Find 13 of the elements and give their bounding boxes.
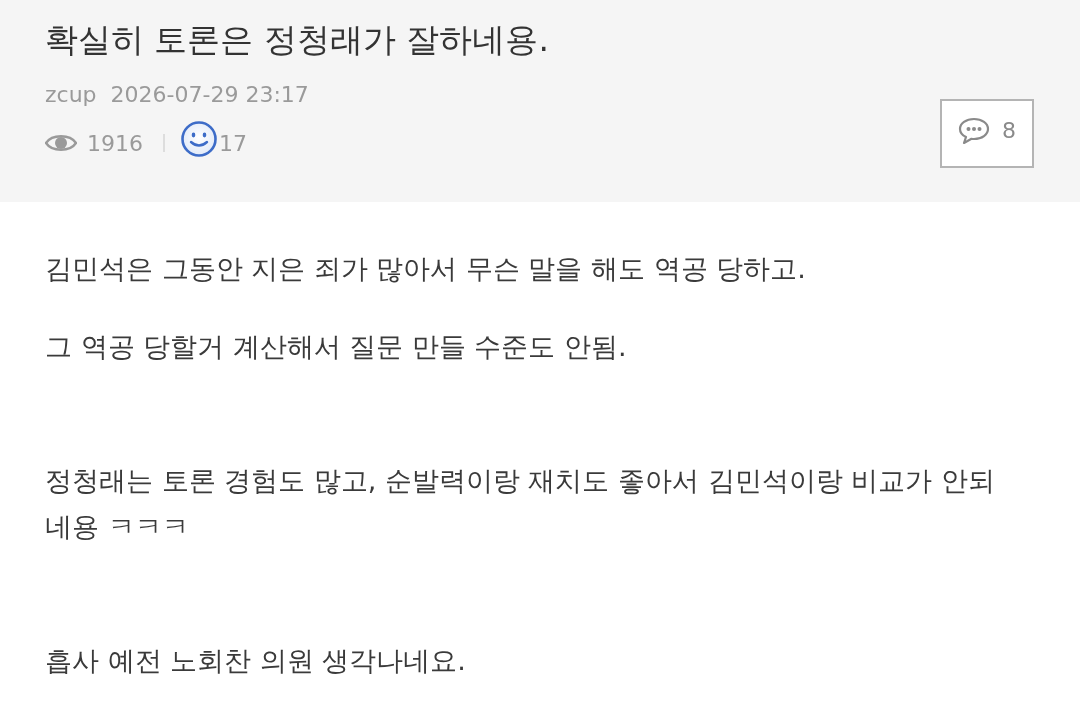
author-name: zcup <box>45 81 97 109</box>
post-date: 2026-07-29 23:17 <box>110 81 309 109</box>
smiley-icon <box>181 121 217 157</box>
reaction-count: 17 <box>219 130 247 156</box>
speech-bubble-icon <box>958 116 990 145</box>
body-paragraph: 그 역공 당할거 계산해서 질문 만들 수준도 안됨. <box>45 330 628 364</box>
body-paragraph: 김민석은 그동안 지은 죄가 많아서 무슨 말을 해도 역공 당하고. <box>45 252 807 286</box>
body-paragraph: 흡사 예전 노회찬 의원 생각나네요. <box>45 644 467 678</box>
comment-button[interactable]: 8 <box>940 99 1034 168</box>
post-title: 확실히 토론은 정청래가 잘하네용. <box>45 19 549 61</box>
eye-icon <box>45 133 77 153</box>
view-count: 1916 <box>87 130 143 156</box>
body-paragraph: 정청래는 토론 경험도 많고, 순발력이랑 재치도 좋아서 김민석이랑 비교가 안되네용 ㅋㅋㅋ <box>45 464 996 544</box>
